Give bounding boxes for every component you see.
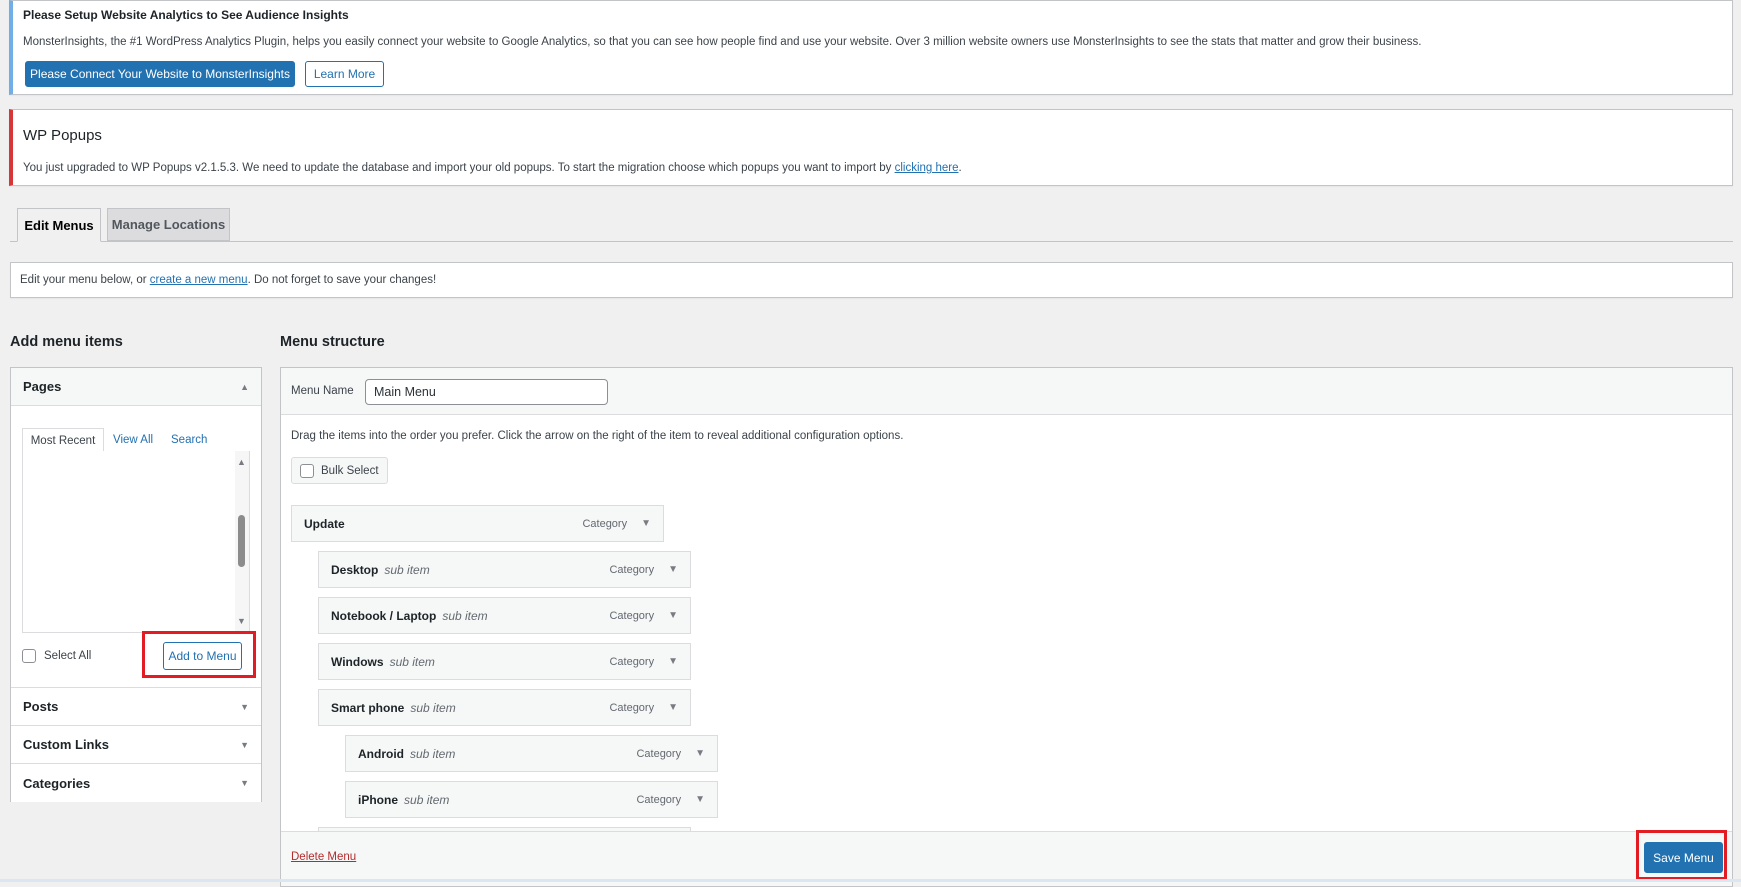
menu-item-title: Android xyxy=(358,746,404,761)
menu-item[interactable]: Android sub item Category ▼ xyxy=(345,735,718,772)
notice-text-end: . Do not forget to save your changes! xyxy=(247,274,437,286)
menu-item-type: Category xyxy=(609,701,655,714)
custom-links-label: Custom Links xyxy=(23,737,109,752)
scrollbar[interactable]: ▲ ▼ xyxy=(235,451,249,632)
expand-arrow-icon[interactable]: ▼ xyxy=(668,610,678,621)
caret-down-icon: ▼ xyxy=(240,701,249,712)
tabs-divider xyxy=(10,241,1733,242)
menu-item-sub-label: sub item xyxy=(404,792,450,807)
delete-menu-link[interactable]: Delete Menu xyxy=(291,851,356,863)
popups-notice: WP Popups You just upgraded to WP Popups… xyxy=(9,109,1733,186)
menu-item-sub-label: sub item xyxy=(410,700,456,715)
menu-item-title: Desktop xyxy=(331,562,379,577)
posts-label: Posts xyxy=(23,699,59,714)
menu-item-title: Smart phone xyxy=(331,700,405,715)
menu-item-title: Update xyxy=(304,516,345,531)
menu-item[interactable]: Desktop sub item Category ▼ xyxy=(318,551,691,588)
caret-up-icon: ▲ xyxy=(240,381,249,392)
notice-text: You just upgraded to WP Popups v2.1.5.3.… xyxy=(23,162,895,174)
notice-body: Edit your menu below, or create a new me… xyxy=(20,274,436,286)
notice-text: Edit your menu below, or xyxy=(20,274,150,286)
caret-down-icon: ▼ xyxy=(240,778,249,788)
pages-label: Pages xyxy=(23,379,62,394)
select-all-label: Select All xyxy=(44,650,92,662)
menu-item-title: Notebook / Laptop xyxy=(331,608,437,623)
menu-item[interactable]: Notebook / Laptop sub item Category ▼ xyxy=(318,597,691,634)
bulk-select-checkbox[interactable] xyxy=(300,463,314,478)
tab-edit-menus[interactable]: Edit Menus xyxy=(17,208,101,242)
menu-item[interactable]: Smart phone sub item Category ▼ xyxy=(318,689,691,726)
scroll-up-icon[interactable]: ▲ xyxy=(237,457,246,467)
expand-arrow-icon[interactable]: ▼ xyxy=(695,748,705,759)
bulk-select-label: Bulk Select xyxy=(321,464,379,477)
analytics-notice: Please Setup Website Analytics to See Au… xyxy=(9,0,1733,95)
expand-arrow-icon[interactable]: ▼ xyxy=(695,794,705,805)
highlight-box xyxy=(1636,830,1727,880)
bulk-select-button[interactable]: Bulk Select xyxy=(291,457,388,484)
tab-search[interactable]: Search xyxy=(171,434,207,446)
notice-title: WP Popups xyxy=(23,127,102,144)
notice-title: Please Setup Website Analytics to See Au… xyxy=(23,8,349,22)
scroll-down-icon[interactable]: ▼ xyxy=(237,616,246,626)
menu-item[interactable]: Windows sub item Category ▼ xyxy=(318,643,691,680)
select-all[interactable]: Select All xyxy=(22,649,91,663)
menu-structure-heading: Menu structure xyxy=(280,334,385,350)
menu-item-sub-label: sub item xyxy=(442,608,488,623)
expand-arrow-icon[interactable]: ▼ xyxy=(668,702,678,713)
menu-name-bar: Menu Name xyxy=(281,368,1732,415)
menu-item-type: Category xyxy=(582,517,628,530)
instructions: Drag the items into the order you prefer… xyxy=(291,430,904,442)
menu-item[interactable]: iPhone sub item Category ▼ xyxy=(345,781,718,818)
menu-item-sub-label: sub item xyxy=(389,654,435,669)
menu-structure-panel: Menu Name Drag the items into the order … xyxy=(280,367,1733,887)
notice-end: . xyxy=(958,162,962,174)
learn-more-button[interactable]: Learn More xyxy=(305,61,384,87)
tab-view-all[interactable]: View All xyxy=(113,434,153,446)
highlight-box xyxy=(142,631,256,678)
menu-item-sub-label: sub item xyxy=(410,746,456,761)
clicking-here-link[interactable]: clicking here xyxy=(895,162,959,174)
expand-arrow-icon[interactable]: ▼ xyxy=(641,518,651,529)
menu-item-title: iPhone xyxy=(358,792,399,807)
pages-accordion-header[interactable]: Pages ▲ xyxy=(11,368,261,406)
scrollbar-thumb[interactable] xyxy=(238,515,245,567)
create-new-menu-link[interactable]: create a new menu xyxy=(150,274,248,286)
categories-accordion-header[interactable]: Categories ▼ xyxy=(11,764,261,802)
menu-item-type: Category xyxy=(609,655,655,668)
notice-body: MonsterInsights, the #1 WordPress Analyt… xyxy=(23,36,1422,48)
menu-item-title: Windows xyxy=(331,654,384,669)
connect-button[interactable]: Please Connect Your Website to MonsterIn… xyxy=(25,61,295,87)
menu-item-type: Category xyxy=(636,793,682,806)
menu-item-type: Category xyxy=(636,747,682,760)
caret-down-icon: ▼ xyxy=(240,739,249,750)
menu-name-label: Menu Name xyxy=(291,385,354,397)
pages-list[interactable]: ▲ ▼ xyxy=(22,451,250,633)
posts-accordion-header[interactable]: Posts ▼ xyxy=(11,687,261,726)
menu-item-type: Category xyxy=(609,563,655,576)
menu-item-type: Category xyxy=(609,609,655,622)
menu-item-sub-label: sub item xyxy=(384,562,430,577)
add-menu-items-panel: Pages ▲ Most Recent View All Search ▲ ▼ S… xyxy=(10,367,262,802)
tab-most-recent[interactable]: Most Recent xyxy=(22,428,104,452)
notice-body: You just upgraded to WP Popups v2.1.5.3.… xyxy=(23,162,962,174)
expand-arrow-icon[interactable]: ▼ xyxy=(668,656,678,667)
add-menu-items-heading: Add menu items xyxy=(10,334,123,350)
select-all-checkbox[interactable] xyxy=(22,649,36,663)
edit-notice: Edit your menu below, or create a new me… xyxy=(10,262,1733,298)
tab-manage-locations[interactable]: Manage Locations xyxy=(107,208,230,241)
menu-name-input[interactable] xyxy=(365,379,608,405)
categories-label: Categories xyxy=(23,775,91,791)
menu-item[interactable]: Update Category ▼ xyxy=(291,505,664,542)
custom-links-accordion-header[interactable]: Custom Links ▼ xyxy=(11,726,261,764)
expand-arrow-icon[interactable]: ▼ xyxy=(668,564,678,575)
